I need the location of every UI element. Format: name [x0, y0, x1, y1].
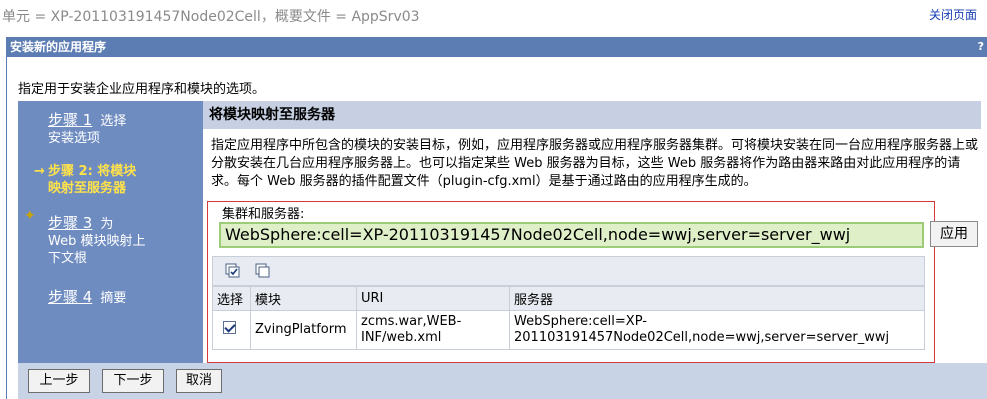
step-1[interactable]: 步骤 1 选择 安装选项 [48, 112, 126, 147]
steps-sidebar: 步骤 1 选择 安装选项 → 步骤 2: 将模块 映射至服务器 ✦ 步骤 3 为 W… [18, 101, 203, 363]
step-2-current: → 步骤 2: 将模块 映射至服务器 [34, 163, 137, 197]
table-row: ZvingPlatform zcms.war,WEB- INF/web.xml … [212, 310, 925, 350]
close-page-link[interactable]: 关闭页面 [929, 6, 977, 23]
panel-title: 将模块映射至服务器 [203, 101, 981, 129]
current-step-arrow-icon: → [34, 164, 45, 179]
step-3-label-2: Web 模块映射上 [48, 234, 146, 249]
window-title: 安装新的应用程序 [10, 40, 107, 54]
deselect-all-icon[interactable] [255, 263, 271, 279]
next-button[interactable]: 下一步 [102, 369, 164, 393]
module-mapping-table: 选择 模块 URI 服务器 ZvingPlatform zcms.war,WEB… [212, 286, 925, 350]
uri-cell: zcms.war,WEB- INF/web.xml [356, 310, 510, 350]
col-module: 模块 [250, 286, 357, 311]
step-3-label-3: 下文根 [48, 251, 88, 266]
cluster-label: 集群和服务器: [222, 207, 305, 222]
scope-text: 单元 = XP-201103191457Node02Cell，概要文件 = Ap… [2, 9, 420, 25]
col-select: 选择 [212, 286, 251, 311]
server-line-1: WebSphere:cell=XP- [514, 314, 647, 329]
server-cell: WebSphere:cell=XP- 201103191457Node02Cel… [509, 310, 925, 350]
select-cell [212, 310, 251, 350]
server-line-2: 201103191457Node02Cell,node=wwj,server=s… [514, 330, 890, 345]
row-checkbox[interactable] [223, 321, 236, 334]
step-3-link[interactable]: 步骤 3 [48, 214, 92, 232]
step-1-label-2: 安装选项 [48, 131, 101, 146]
window-titlebar: 安装新的应用程序 ? [6, 37, 987, 57]
table-header-row: 选择 模块 URI 服务器 [212, 286, 925, 311]
top-bar: 单元 = XP-201103191457Node02Cell，概要文件 = Ap… [0, 0, 987, 30]
step-2-label: 步骤 2: 将模块 [48, 164, 137, 179]
col-server: 服务器 [509, 286, 925, 311]
previous-button[interactable]: 上一步 [28, 369, 90, 393]
step-4[interactable]: 步骤 4 摘要 [48, 289, 126, 307]
intro-text: 指定用于安装企业应用程序和模块的选项。 [18, 82, 266, 97]
apply-button[interactable]: 应用 [930, 221, 978, 247]
module-cell: ZvingPlatform [250, 310, 357, 350]
wizard-button-bar: 上一步 下一步 取消 [18, 363, 987, 399]
help-icon[interactable]: ? [978, 37, 984, 57]
cluster-server-select[interactable]: WebSphere:cell=XP-201103191457Node02Cell… [219, 222, 924, 248]
step-3[interactable]: 步骤 3 为 Web 模块映射上 下文根 [48, 215, 145, 267]
step-4-link[interactable]: 步骤 4 [48, 288, 92, 306]
uri-line-2: INF/web.xml [361, 330, 442, 345]
col-uri: URI [356, 286, 510, 311]
step-1-label: 选择 [100, 114, 127, 129]
table-toolbar [212, 256, 925, 286]
step-2-label-2: 映射至服务器 [48, 181, 127, 196]
star-icon: ✦ [24, 208, 36, 224]
step-1-link[interactable]: 步骤 1 [48, 111, 92, 129]
step-3-label: 为 [100, 217, 114, 232]
uri-line-1: zcms.war,WEB- [361, 314, 462, 329]
select-all-icon[interactable] [225, 263, 241, 279]
cancel-button[interactable]: 取消 [176, 369, 222, 393]
step-4-label: 摘要 [100, 291, 127, 306]
panel-description: 指定应用程序中所包含的模块的安装目标，例如，应用程序服务器或应用程序服务器集群。… [211, 138, 979, 189]
